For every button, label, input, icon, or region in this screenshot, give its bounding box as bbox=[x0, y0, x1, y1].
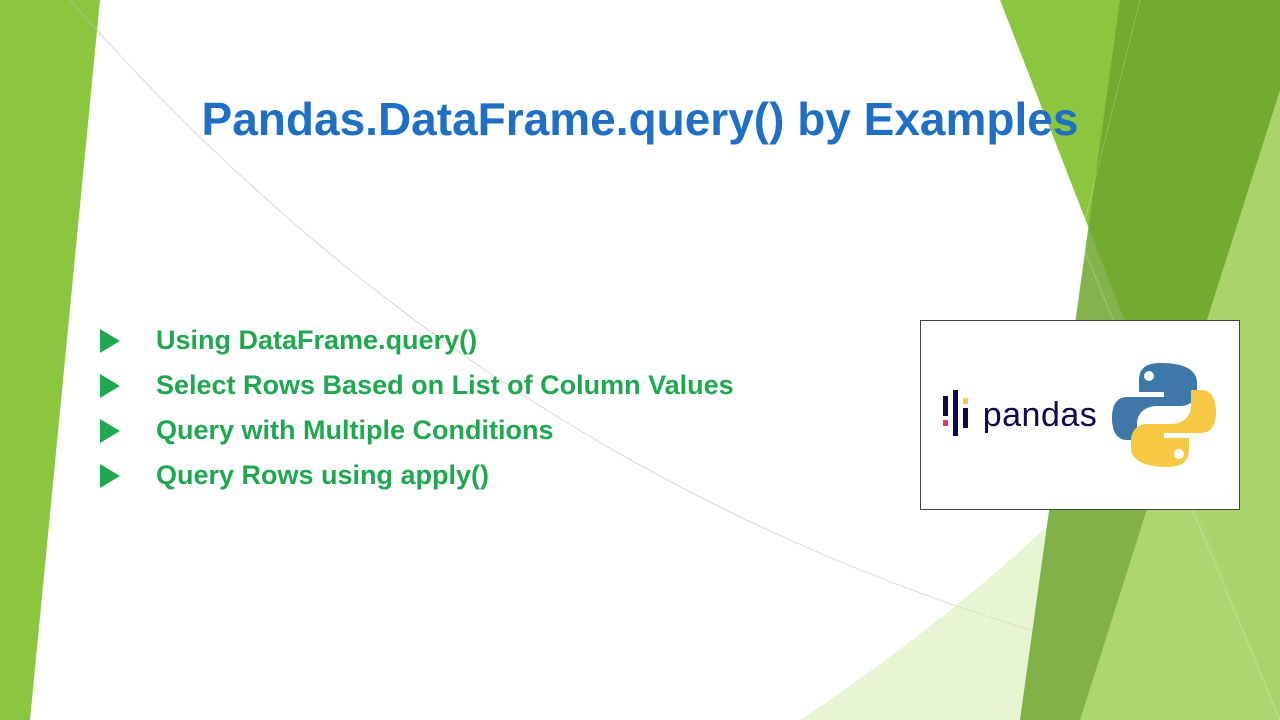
bullet-item: Query with Multiple Conditions bbox=[100, 415, 734, 446]
bullet-item: Select Rows Based on List of Column Valu… bbox=[100, 370, 734, 401]
bullet-text: Query Rows using apply() bbox=[156, 460, 489, 491]
bullet-text: Using DataFrame.query() bbox=[156, 325, 477, 356]
bullet-item: Using DataFrame.query() bbox=[100, 325, 734, 356]
python-logo-icon bbox=[1109, 355, 1219, 475]
bullet-triangle-icon bbox=[100, 464, 120, 488]
bullet-triangle-icon bbox=[100, 374, 120, 398]
pandas-mark-icon bbox=[941, 390, 971, 440]
bullet-item: Query Rows using apply() bbox=[100, 460, 734, 491]
bullet-text: Select Rows Based on List of Column Valu… bbox=[156, 370, 734, 401]
pandas-python-logo: pandas bbox=[920, 320, 1240, 510]
slide-title: Pandas.DataFrame.query() by Examples bbox=[120, 92, 1160, 146]
bullet-triangle-icon bbox=[100, 419, 120, 443]
bullet-text: Query with Multiple Conditions bbox=[156, 415, 554, 446]
bullet-triangle-icon bbox=[100, 329, 120, 353]
pandas-wordmark: pandas bbox=[983, 396, 1098, 435]
slide: Pandas.DataFrame.query() by Examples Usi… bbox=[0, 0, 1280, 720]
bullet-list: Using DataFrame.query() Select Rows Base… bbox=[100, 325, 734, 505]
